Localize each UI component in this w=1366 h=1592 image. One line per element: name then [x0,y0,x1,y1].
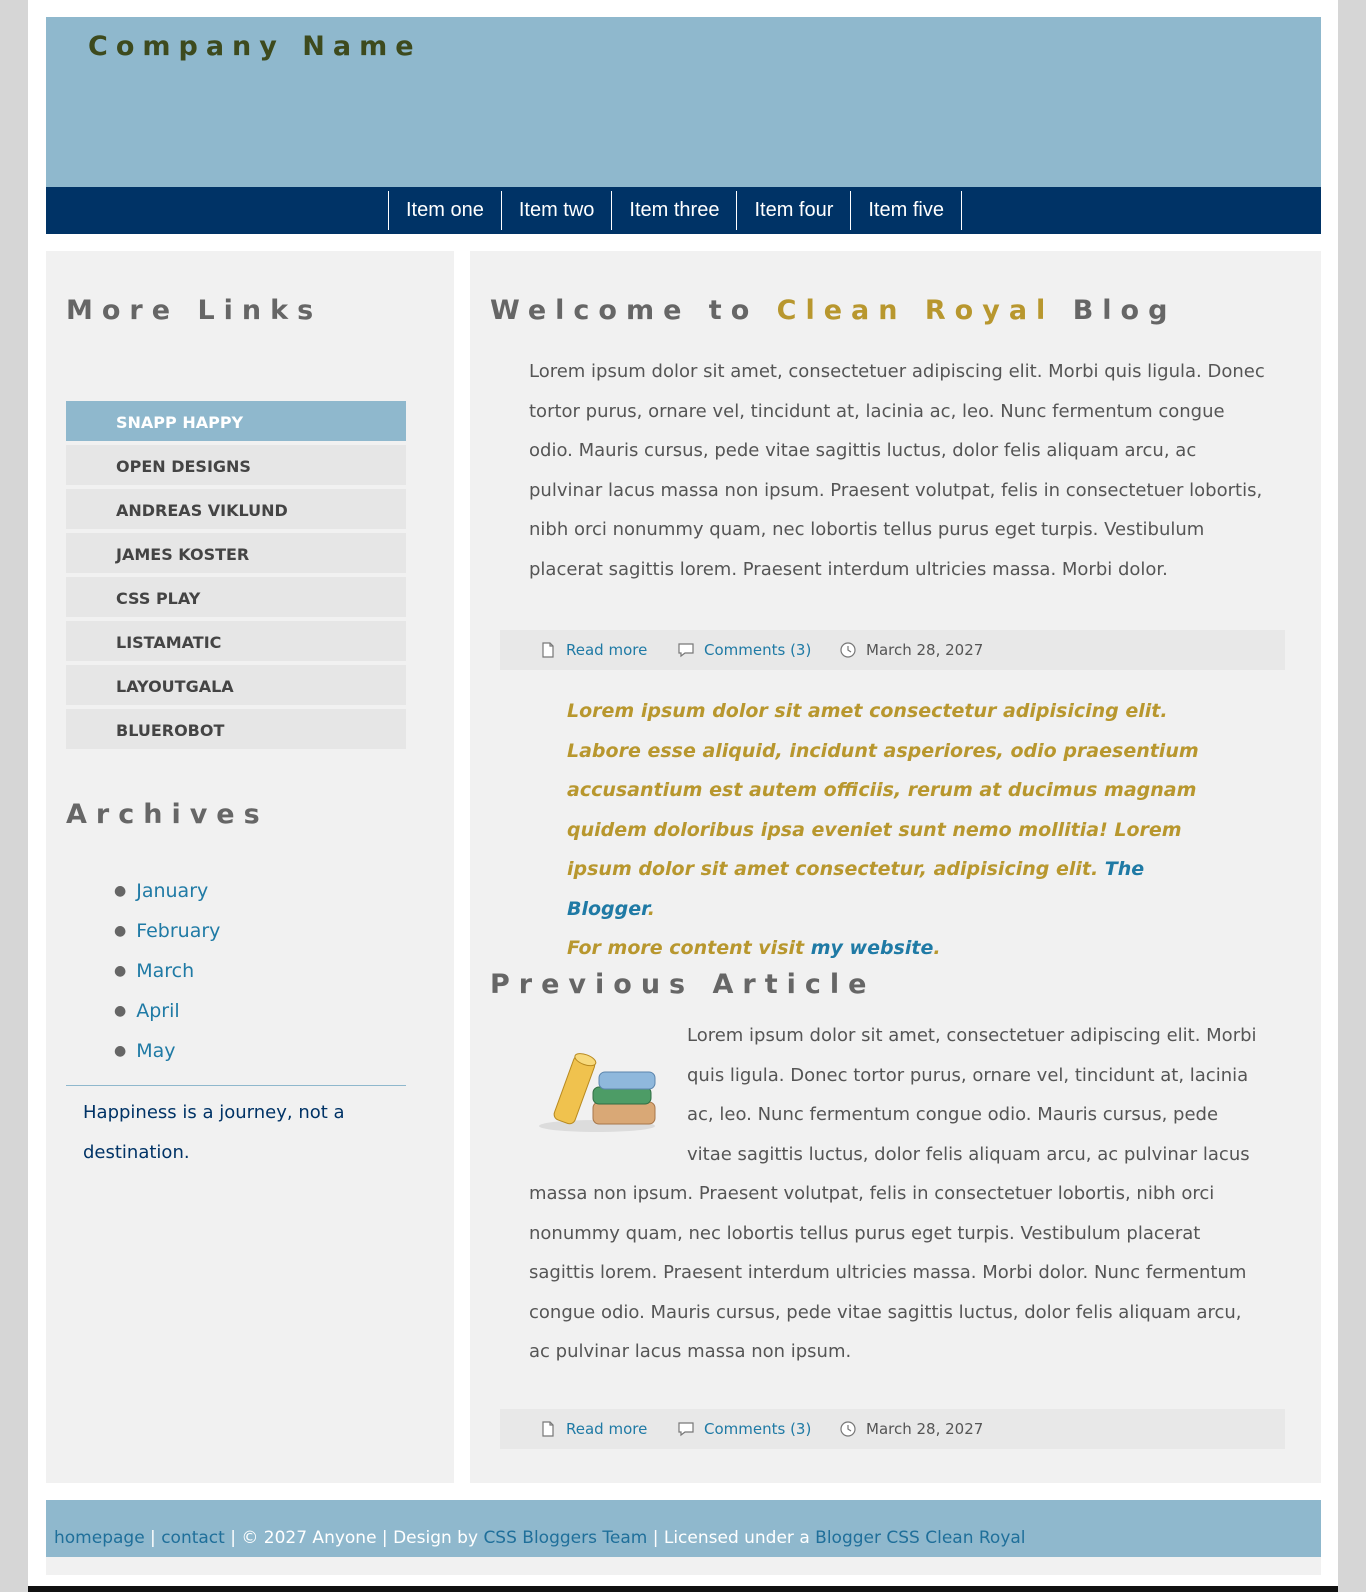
archive-item-january[interactable]: ● January [114,871,220,911]
date-label: March 28, 2027 [866,641,984,659]
sidebar-link-layoutgala[interactable]: LAYOUTGALA [66,665,406,705]
archive-label: April [136,1000,180,1022]
archives-heading: Archives [66,799,269,830]
sidebar-link-bluerobot[interactable]: BLUEROBOT [66,709,406,749]
comments-link-2[interactable]: Comments (3) [678,1409,811,1449]
main-navbar: Item one Item two Item three Item four I… [46,187,1321,234]
nav-item-two[interactable]: Item two [502,191,613,230]
article-2-meta: Read more Comments (3) March 28, 2027 [500,1409,1285,1449]
welcome-prefix: Welcome to [490,295,777,326]
post-date-2: March 28, 2027 [840,1409,983,1449]
visit-prefix: For more content visit [567,937,811,959]
sidebar-divider [66,1085,406,1086]
article-1-body: Lorem ipsum dolor sit amet, consectetuer… [529,361,1265,580]
welcome-heading: Welcome to Clean Royal Blog [490,295,1176,326]
footer-design-link[interactable]: CSS Bloggers Team [483,1528,647,1548]
comment-icon [678,1422,694,1437]
archives-list: ● January ● February ● March ● April ● May [114,871,220,1071]
bullet-icon: ● [114,1003,127,1019]
site-header: Company Name [46,17,1321,187]
clock-icon [840,642,856,658]
nav-item-four[interactable]: Item four [737,191,852,230]
archive-label: March [136,960,195,982]
sidebar-link-css-play[interactable]: CSS PLAY [66,577,406,617]
sidebar-quote: Happiness is a journey, not a destinatio… [83,1102,345,1163]
welcome-suffix: Blog [1054,295,1177,326]
my-website-link[interactable]: my website [811,937,934,959]
read-more-label: Read more [566,1420,648,1438]
bullet-icon: ● [114,883,127,899]
read-more-link-1[interactable]: Read more [540,630,647,670]
bullet-icon: ● [114,923,127,939]
article-2-body: Lorem ipsum dolor sit amet, consectetuer… [529,1016,1267,1372]
archive-item-may[interactable]: ● May [114,1031,220,1071]
sidebar-link-james-koster[interactable]: JAMES KOSTER [66,533,406,573]
sidebar-link-listamatic[interactable]: LISTAMATIC [66,621,406,661]
archive-item-march[interactable]: ● March [114,951,220,991]
blockquote: Lorem ipsum dolor sit amet consectetur a… [567,692,1232,969]
footer-separator: | [144,1528,162,1548]
footer-homepage-link[interactable]: homepage [54,1528,145,1548]
footer-license-link[interactable]: Blogger CSS Clean Royal [815,1528,1025,1548]
sidebar-link-open-designs[interactable]: OPEN DESIGNS [66,445,406,485]
bullet-icon: ● [114,963,127,979]
date-label: March 28, 2027 [866,1420,984,1438]
post-date-1: March 28, 2027 [840,630,983,670]
company-name[interactable]: Company Name [88,31,422,62]
more-links-heading: More Links [66,295,323,326]
visit-suffix: . [933,937,941,959]
archive-item-february[interactable]: ● February [114,911,220,951]
comments-link-1[interactable]: Comments (3) [678,630,811,670]
archive-label: January [136,880,209,902]
more-links-list: SNAPP HAPPY OPEN DESIGNS ANDREAS VIKLUND… [66,401,406,753]
document-icon [542,1421,554,1437]
sidebar-link-snapp-happy[interactable]: SNAPP HAPPY [66,401,406,441]
image-float-spacer [529,1016,687,1174]
nav-list: Item one Item two Item three Item four I… [388,191,962,230]
comments-label: Comments (3) [704,1420,812,1438]
bottom-edge [28,1586,1338,1592]
page-container: Company Name Item one Item two Item thre… [28,0,1338,1592]
archive-item-april[interactable]: ● April [114,991,220,1031]
read-more-link-2[interactable]: Read more [540,1409,647,1449]
footer-copyright: | © 2027 Anyone | Design by [224,1528,484,1548]
sidebar-link-andreas-viklund[interactable]: ANDREAS VIKLUND [66,489,406,529]
nav-item-five[interactable]: Item five [851,191,962,230]
document-icon [542,642,554,658]
bullet-icon: ● [114,1043,127,1059]
welcome-highlight: Clean Royal [776,295,1055,326]
archive-label: May [136,1040,176,1062]
comment-icon [678,643,694,658]
footer-line: homepage | contact | © 2027 Anyone | Des… [54,1500,1026,1557]
archive-label: February [136,920,221,942]
footer-contact-link[interactable]: contact [161,1528,225,1548]
main-content: Welcome to Clean Royal Blog Lorem ipsum … [470,251,1321,1483]
blockquote-text: Lorem ipsum dolor sit amet consectetur a… [567,700,1199,880]
footer-license-text: | Licensed under a [647,1528,816,1548]
article-1-meta: Read more Comments (3) March 28, 2027 [500,630,1285,670]
footer-bottom-panel [46,1557,1321,1575]
read-more-label: Read more [566,641,648,659]
clock-icon [840,1421,856,1437]
blockquote-period: . [647,897,656,920]
nav-item-three[interactable]: Item three [612,191,738,230]
site-footer: homepage | contact | © 2027 Anyone | Des… [46,1500,1321,1557]
previous-article-heading: Previous Article [490,969,876,1000]
comments-label: Comments (3) [704,641,812,659]
sidebar: More Links SNAPP HAPPY OPEN DESIGNS ANDR… [46,251,454,1483]
nav-item-one[interactable]: Item one [389,191,502,230]
